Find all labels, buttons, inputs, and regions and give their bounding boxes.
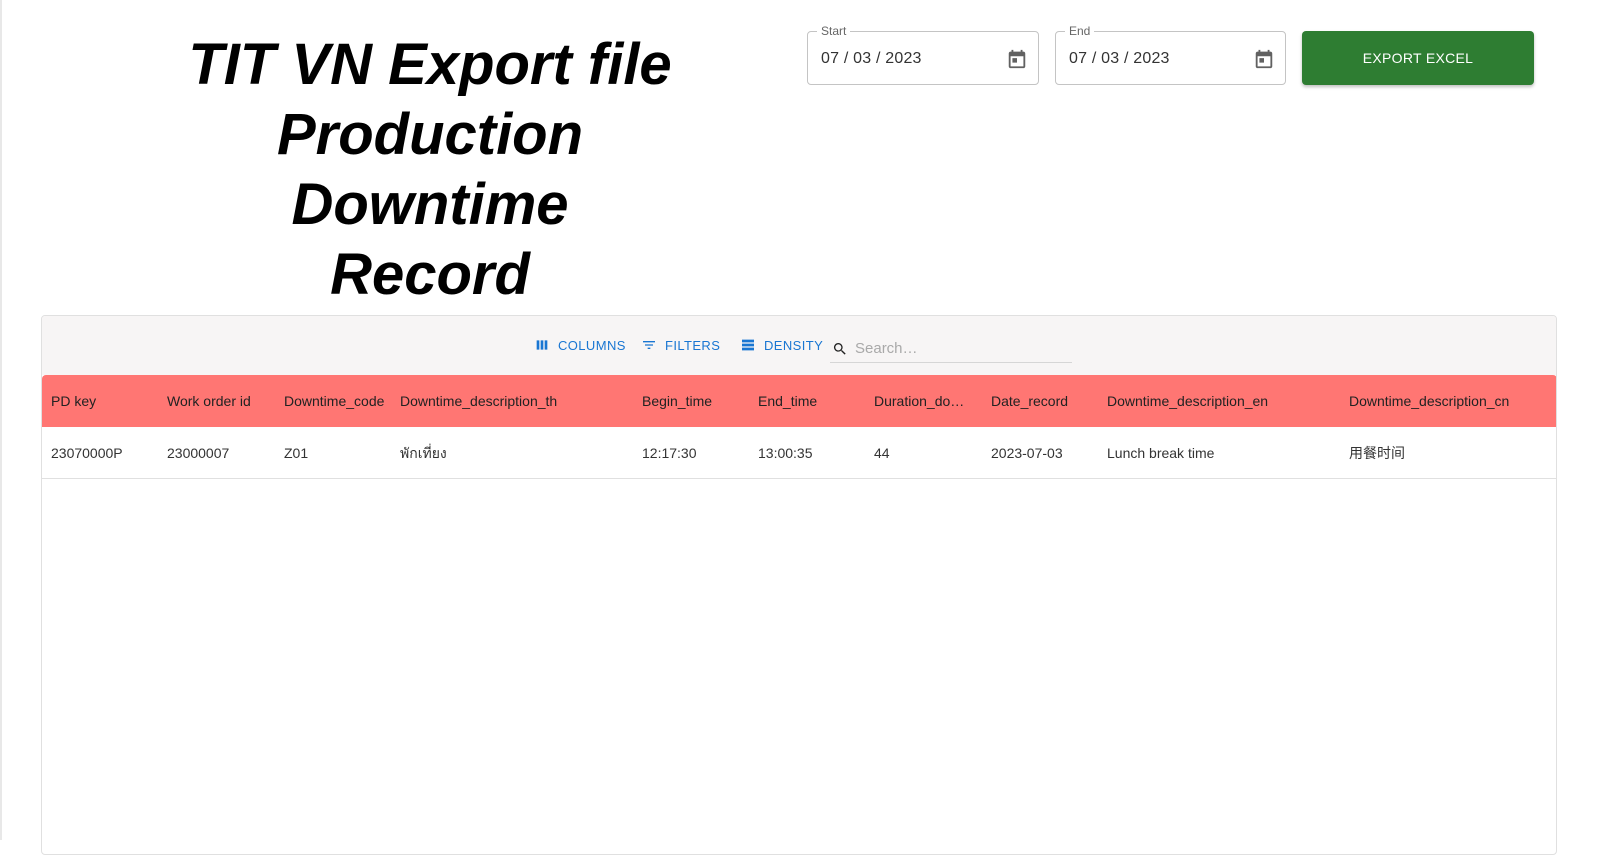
table-cell[interactable]: Z01 [284,427,394,479]
search-icon [833,342,846,355]
columns-icon [536,340,548,350]
export-excel-button[interactable]: EXPORT EXCEL [1302,31,1534,85]
column-header-work-order-id[interactable]: Work order id [167,375,277,427]
data-grid: COLUMNS FILTERS DENSITY PD key Work orde… [41,315,1557,855]
start-date-field[interactable]: Start 07 / 03 / 2023 [807,24,1039,85]
density-label: DENSITY [764,337,824,353]
title-line-3: Record [330,242,530,307]
end-date-field[interactable]: End 07 / 03 / 2023 [1055,24,1286,85]
table-cell[interactable]: 用餐时间 [1349,427,1549,479]
table-cell[interactable]: 44 [874,427,974,479]
table-cell[interactable]: Lunch break time [1107,427,1337,479]
table-row[interactable]: 23070000P 23000007 Z01 พักเที่ยง 12:17:3… [42,427,1556,479]
start-date-value[interactable]: 07 / 03 / 2023 [821,50,922,68]
density-button[interactable]: DENSITY [740,337,823,353]
density-icon [742,339,754,351]
column-header-downtime-description-en[interactable]: Downtime_description_en [1107,375,1337,427]
columns-label: COLUMNS [558,337,626,353]
title-line-2: Production Downtime [276,102,584,237]
table-cell[interactable]: 12:17:30 [642,427,752,479]
end-date-label: End [1065,24,1095,38]
table-cell[interactable]: 2023-07-03 [991,427,1101,479]
filters-button[interactable]: FILTERS [641,337,720,353]
column-header-date-record[interactable]: Date_record [991,375,1101,427]
column-header-downtime-description-th[interactable]: Downtime_description_th [400,375,630,427]
column-header-duration-downtime[interactable]: Duration_downtime [874,375,974,427]
page-title: TIT VN Export file Production Downtime R… [140,30,720,310]
filter-icon [643,341,655,349]
table-header-row: PD key Work order id Downtime_code Downt… [42,375,1556,427]
column-header-downtime-code[interactable]: Downtime_code [284,375,394,427]
table-cell[interactable]: 23070000P [51,427,161,479]
start-date-label: Start [817,24,851,38]
search-input[interactable] [855,340,1055,357]
columns-button[interactable]: COLUMNS [534,337,626,353]
table-cell[interactable]: 13:00:35 [758,427,868,479]
column-header-begin-time[interactable]: Begin_time [642,375,752,427]
title-line-1: TIT VN Export file [188,32,672,97]
column-header-end-time[interactable]: End_time [758,375,868,427]
search-box[interactable] [830,335,1072,363]
table-cell[interactable]: 23000007 [167,427,277,479]
column-header-downtime-description-cn[interactable]: Downtime_description_cn [1349,375,1549,427]
column-header-pd-key[interactable]: PD key [51,375,161,427]
grid-toolbar: COLUMNS FILTERS DENSITY [42,316,1556,375]
calendar-icon[interactable] [1253,48,1275,70]
calendar-icon[interactable] [1006,48,1028,70]
left-edge-divider [0,0,2,840]
end-date-value[interactable]: 07 / 03 / 2023 [1069,50,1170,68]
filters-label: FILTERS [665,337,721,353]
table-cell[interactable]: พักเที่ยง [400,427,630,479]
